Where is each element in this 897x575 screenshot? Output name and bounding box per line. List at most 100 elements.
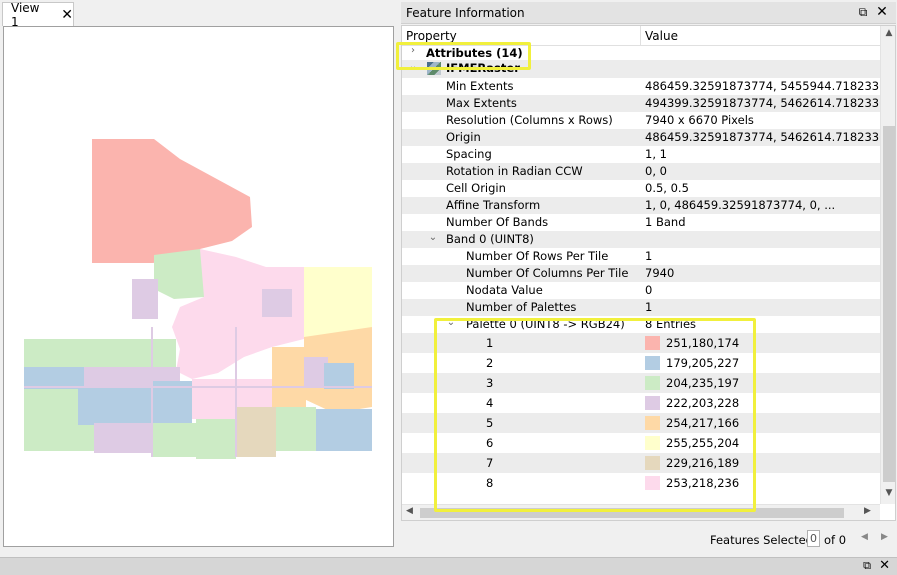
color-swatch bbox=[645, 436, 660, 450]
palette-index: 4 bbox=[486, 396, 494, 410]
palette-entry[interactable]: 2 179,205,227 bbox=[402, 353, 880, 373]
palette-rgb: 254,217,166 bbox=[666, 416, 740, 430]
property-value: 0.5, 0.5 bbox=[645, 181, 689, 195]
table-row[interactable]: Rotation in Radian CCW 0, 0 bbox=[402, 163, 880, 180]
raster-icon bbox=[427, 62, 441, 75]
raster-label: IFMERaster bbox=[446, 61, 520, 75]
table-row[interactable]: Spacing 1, 1 bbox=[402, 146, 880, 163]
tree-row-raster[interactable]: ⌄ IFMERaster bbox=[402, 60, 880, 78]
palette-entry[interactable]: 5 254,217,166 bbox=[402, 413, 880, 433]
raster-region bbox=[316, 409, 372, 451]
map-view-canvas[interactable] bbox=[3, 26, 394, 547]
color-swatch bbox=[645, 336, 660, 350]
table-row[interactable]: Resolution (Columns x Rows) 7940 x 6670 P… bbox=[402, 112, 880, 129]
raster-region bbox=[276, 407, 316, 451]
property-name: Spacing bbox=[446, 147, 492, 161]
property-name: Cell Origin bbox=[446, 181, 506, 195]
palette-entry[interactable]: 3 204,235,197 bbox=[402, 373, 880, 393]
table-row[interactable]: Cell Origin 0.5, 0.5 bbox=[402, 180, 880, 197]
tree-row-attributes[interactable]: › Attributes (14) bbox=[402, 45, 880, 60]
palette-entry[interactable]: 7 229,216,189 bbox=[402, 453, 880, 473]
raster-region bbox=[272, 347, 306, 407]
table-row[interactable]: Number Of Rows Per Tile 1 bbox=[402, 248, 880, 265]
next-feature-icon[interactable]: ▶ bbox=[881, 532, 888, 542]
close-icon[interactable]: ✕ bbox=[61, 7, 73, 23]
palette-index: 8 bbox=[486, 476, 494, 490]
tree-rows: › Attributes (14) ⌄ IFMERaster Min Exten… bbox=[402, 45, 895, 493]
feature-info-title: Feature Information bbox=[406, 5, 525, 20]
tab-view-1[interactable]: View 1 ✕ bbox=[2, 0, 74, 29]
palette-index: 1 bbox=[486, 336, 494, 350]
raster-region bbox=[236, 407, 276, 457]
color-swatch bbox=[645, 396, 660, 410]
palette-rgb: 253,218,236 bbox=[666, 476, 740, 490]
float-panel-icon[interactable]: ⧉ bbox=[856, 5, 870, 20]
tab-view-1-label: View 1 bbox=[11, 0, 40, 29]
attributes-label: Attributes (14) bbox=[426, 46, 523, 60]
palette-entry[interactable]: 4 222,203,228 bbox=[402, 393, 880, 413]
property-value: 1, 1 bbox=[645, 147, 667, 161]
chevron-right-icon[interactable]: › bbox=[408, 45, 418, 56]
palette-label: Palette 0 (UINT8 -> RGB24) bbox=[466, 317, 625, 331]
raster-region bbox=[94, 423, 152, 453]
previous-feature-icon[interactable]: ◀ bbox=[861, 532, 868, 542]
close-icon[interactable]: ✕ bbox=[875, 4, 889, 20]
feature-info-tree[interactable]: Property Value › Attributes (14) ⌄ IFMER… bbox=[401, 25, 896, 521]
view-tab-bar: View 1 ✕ bbox=[0, 0, 397, 29]
property-name: Number of Palettes bbox=[466, 300, 577, 314]
color-swatch bbox=[645, 476, 660, 490]
palette-index: 2 bbox=[486, 356, 494, 370]
palette-rgb: 229,216,189 bbox=[666, 456, 740, 470]
float-panel-icon[interactable]: ⧉ bbox=[863, 559, 871, 573]
close-icon[interactable]: ✕ bbox=[879, 558, 890, 573]
color-swatch bbox=[645, 376, 660, 390]
horizontal-scrollbar[interactable]: ◀ ▶ bbox=[402, 504, 880, 520]
table-row[interactable]: Affine Transform 1, 0, 486459.32591873774… bbox=[402, 197, 880, 214]
raster-region bbox=[132, 279, 158, 319]
scroll-up-icon[interactable]: ▲ bbox=[881, 28, 895, 42]
column-header-property[interactable]: Property bbox=[406, 29, 457, 43]
property-value: 1 bbox=[645, 300, 653, 314]
scrollbar-thumb[interactable] bbox=[883, 126, 895, 482]
palette-entry[interactable]: 8 253,218,236 bbox=[402, 473, 880, 493]
raster-region bbox=[78, 387, 152, 425]
feature-info-footer: Features Selected: 0 of 0 ◀ ▶ bbox=[401, 527, 896, 551]
property-value: 486459.32591873774, 5455944.7182336915 bbox=[645, 79, 896, 93]
scroll-down-icon[interactable]: ▼ bbox=[881, 488, 895, 502]
chevron-down-icon[interactable]: ⌄ bbox=[408, 61, 418, 72]
color-swatch bbox=[645, 356, 660, 370]
vertical-scrollbar[interactable]: ▲ ▼ bbox=[880, 26, 895, 504]
column-divider[interactable] bbox=[640, 26, 641, 46]
property-value: 0, 0 bbox=[645, 164, 667, 178]
table-row[interactable]: Origin 486459.32591873774, 5462614.718233… bbox=[402, 129, 895, 146]
property-value: 1, 0, 486459.32591873774, 0, ... bbox=[645, 198, 836, 212]
tree-row-palette[interactable]: ⌄ Palette 0 (UINT8 -> RGB24) 8 Entries bbox=[402, 316, 880, 333]
table-row[interactable]: Min Extents 486459.32591873774, 5455944.7… bbox=[402, 78, 895, 95]
raster-region bbox=[152, 423, 196, 457]
chevron-down-icon[interactable]: ⌄ bbox=[446, 317, 456, 328]
raster-map bbox=[24, 139, 372, 459]
scroll-left-icon[interactable]: ◀ bbox=[406, 506, 413, 516]
table-row[interactable]: Nodata Value 0 bbox=[402, 282, 880, 299]
table-row[interactable]: Max Extents 494399.32591873774, 5462614.7… bbox=[402, 95, 895, 112]
palette-entry[interactable]: 1 251,180,174 bbox=[402, 333, 880, 353]
raster-region bbox=[304, 267, 372, 337]
chevron-down-icon[interactable]: ⌄ bbox=[428, 232, 438, 243]
scrollbar-thumb[interactable] bbox=[420, 508, 844, 518]
property-value: 7940 bbox=[645, 266, 675, 280]
column-header-value[interactable]: Value bbox=[645, 29, 678, 43]
scroll-right-icon[interactable]: ▶ bbox=[864, 506, 871, 516]
table-row[interactable]: Number Of Columns Per Tile 7940 bbox=[402, 265, 880, 282]
palette-entry[interactable]: 6 255,255,204 bbox=[402, 433, 880, 453]
property-value: 494399.32591873774, 5462614.7182336915 bbox=[645, 96, 896, 110]
selected-count-input[interactable]: 0 bbox=[807, 530, 820, 547]
palette-value: 8 Entries bbox=[645, 317, 697, 331]
tree-row-band[interactable]: ⌄ Band 0 (UINT8) bbox=[402, 231, 880, 248]
palette-rgb: 179,205,227 bbox=[666, 356, 740, 370]
table-row[interactable]: Number of Palettes 1 bbox=[402, 299, 880, 316]
table-row[interactable]: Number Of Bands 1 Band bbox=[402, 214, 880, 231]
property-name: Number Of Rows Per Tile bbox=[466, 249, 609, 263]
property-name: Min Extents bbox=[446, 79, 514, 93]
raster-region bbox=[262, 289, 292, 317]
features-selected-label: Features Selected: bbox=[710, 533, 817, 547]
